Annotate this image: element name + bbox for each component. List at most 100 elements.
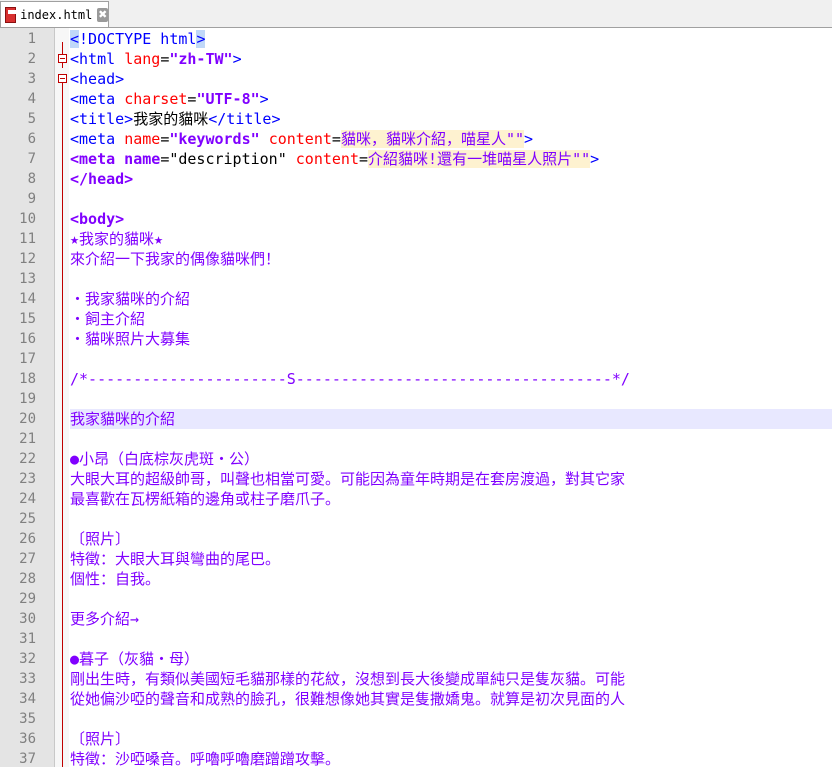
line-number: 13: [19, 271, 36, 287]
code-line[interactable]: 11 ★我家的貓咪★: [0, 229, 832, 249]
code-line[interactable]: 23 大眼大耳的超級帥哥，叫聲也相當可愛。可能因為童年時期是在套房渡過，對其它家: [0, 469, 832, 489]
code-token: 介紹貓咪!還有一堆喵星人照片"": [368, 150, 591, 168]
code-line[interactable]: 27 特徵：大眼大耳與彎曲的尾巴。: [0, 549, 832, 569]
code-line[interactable]: 1 <!DOCTYPE html>: [0, 29, 832, 49]
code-text: 〔照片〕: [70, 529, 832, 549]
code-text: <!DOCTYPE html>: [70, 29, 832, 49]
line-number: 12: [19, 251, 36, 267]
line-number: 20: [19, 411, 36, 427]
code-line[interactable]: 18 /*----------------------S-------------…: [0, 369, 832, 389]
line-number: 17: [19, 351, 36, 367]
code-line[interactable]: 35: [0, 709, 832, 729]
code-token: ・飼主介紹: [70, 310, 146, 328]
code-token: <: [70, 30, 80, 48]
code-line[interactable]: 17: [0, 349, 832, 369]
line-number: 4: [27, 91, 36, 107]
code-line[interactable]: 37 特徵：沙啞嗓音。呼嚕呼嚕磨蹭蹭攻擊。: [0, 749, 832, 767]
code-line[interactable]: 16 ・貓咪照片大募集: [0, 329, 832, 349]
line-number: 30: [19, 611, 36, 627]
line-number: 31: [19, 631, 36, 647]
fold-toggle-icon[interactable]: [58, 54, 67, 63]
code-line[interactable]: 10 <body>: [0, 209, 832, 229]
code-token: >: [259, 90, 269, 108]
code-line[interactable]: 32 ●暮子（灰貓・母）: [0, 649, 832, 669]
line-number: 37: [19, 751, 36, 767]
code-token: <html: [70, 50, 125, 68]
code-text: /*----------------------S---------------…: [70, 369, 832, 389]
line-number: 21: [19, 431, 36, 447]
code-line[interactable]: 2 <html lang="zh-TW">: [0, 49, 832, 69]
code-text: 來介紹一下我家的偶像貓咪們！: [70, 249, 832, 269]
close-tab-icon[interactable]: ✖: [97, 7, 108, 22]
code-token: <head>: [70, 70, 125, 88]
code-line[interactable]: 20 我家貓咪的介紹: [0, 409, 832, 429]
code-line[interactable]: 26 〔照片〕: [0, 529, 832, 549]
code-line[interactable]: 6 <meta name="keywords" content=貓咪，貓咪介紹，喵…: [0, 129, 832, 149]
code-editor[interactable]: 1 <!DOCTYPE html> 2 <html lang="zh-TW"> 3 <he…: [0, 28, 832, 767]
code-text: 剛出生時，有類似美國短毛貓那樣的花紋，沒想到長大後變成單純只是隻灰貓。可能: [70, 669, 832, 689]
code-line[interactable]: 28 個性：自我。: [0, 569, 832, 589]
code-token: 大眼大耳的超級帥哥，叫聲也相當可愛。可能因為童年時期是在套房渡過，對其它家: [70, 470, 626, 488]
code-line[interactable]: 3 <head>: [0, 69, 832, 89]
code-line[interactable]: 13: [0, 269, 832, 289]
line-number: 11: [19, 231, 36, 247]
code-text: 特徵：大眼大耳與彎曲的尾巴。: [70, 549, 832, 569]
code-text: 我家貓咪的介紹: [70, 409, 832, 429]
line-number: 25: [19, 511, 36, 527]
tab-label: index.html: [20, 7, 93, 22]
code-text: ★我家的貓咪★: [70, 229, 832, 249]
code-line[interactable]: 5 <title>我家的貓咪</title>: [0, 109, 832, 129]
code-token: =: [160, 50, 170, 68]
code-line[interactable]: 12 來介紹一下我家的偶像貓咪們！: [0, 249, 832, 269]
tab-index-html[interactable]: index.html ✖: [0, 1, 109, 27]
code-line[interactable]: 9: [0, 189, 832, 209]
line-number: 33: [19, 671, 36, 687]
line-number: 9: [27, 191, 36, 207]
code-text: 更多介紹→: [70, 609, 832, 629]
line-number: 15: [19, 311, 36, 327]
code-line[interactable]: 4 <meta charset="UTF-8">: [0, 89, 832, 109]
code-token: <meta: [70, 130, 125, 148]
code-text: <body>: [70, 209, 832, 229]
code-line[interactable]: 8 </head>: [0, 169, 832, 189]
code-line[interactable]: 31: [0, 629, 832, 649]
line-number: 2: [27, 51, 36, 67]
code-line[interactable]: 25: [0, 509, 832, 529]
code-line[interactable]: 36 〔照片〕: [0, 729, 832, 749]
code-line[interactable]: 30 更多介紹→: [0, 609, 832, 629]
code-token: 貓咪，貓咪介紹，喵星人"": [340, 130, 525, 148]
code-token: ="description": [160, 150, 296, 168]
fold-toggle-icon[interactable]: [58, 74, 67, 83]
code-text: ・飼主介紹: [70, 309, 832, 329]
code-line[interactable]: 33 剛出生時，有類似美國短毛貓那樣的花紋，沒想到長大後變成單純只是隻灰貓。可能: [0, 669, 832, 689]
code-token: 〔照片〕: [70, 730, 131, 748]
code-token: /*----------------------S---------------…: [70, 370, 630, 388]
code-line[interactable]: 34 從她偏沙啞的聲音和成熟的臉孔，很難想像她其實是隻撒嬌鬼。就算是初次見面的人: [0, 689, 832, 709]
line-number: 8: [27, 171, 36, 187]
code-line[interactable]: 24 最喜歡在瓦楞紙箱的邊角或柱子磨爪子。: [0, 489, 832, 509]
code-text: 從她偏沙啞的聲音和成熟的臉孔，很難想像她其實是隻撒嬌鬼。就算是初次見面的人: [70, 689, 832, 709]
line-number: 34: [19, 691, 36, 707]
line-number: 24: [19, 491, 36, 507]
line-number: 10: [19, 211, 36, 227]
code-token: ●小昂（白底棕灰虎斑・公）: [70, 450, 260, 468]
line-number: 36: [19, 731, 36, 747]
code-line[interactable]: 22 ●小昂（白底棕灰虎斑・公）: [0, 449, 832, 469]
code-token: >: [590, 150, 600, 168]
code-token: 來介紹一下我家的偶像貓咪們！: [70, 250, 281, 268]
code-line[interactable]: 29: [0, 589, 832, 609]
line-number: 26: [19, 531, 36, 547]
code-token: "zh-TW": [169, 50, 233, 68]
code-line[interactable]: 14 ・我家貓咪的介紹: [0, 289, 832, 309]
code-line[interactable]: 21: [0, 429, 832, 449]
code-token: >: [196, 30, 206, 48]
code-line[interactable]: 19: [0, 389, 832, 409]
code-text: <head>: [70, 69, 832, 89]
code-line[interactable]: 15 ・飼主介紹: [0, 309, 832, 329]
line-number: 5: [27, 111, 36, 127]
code-line[interactable]: 7 <meta name="description" content=介紹貓咪!還…: [0, 149, 832, 169]
